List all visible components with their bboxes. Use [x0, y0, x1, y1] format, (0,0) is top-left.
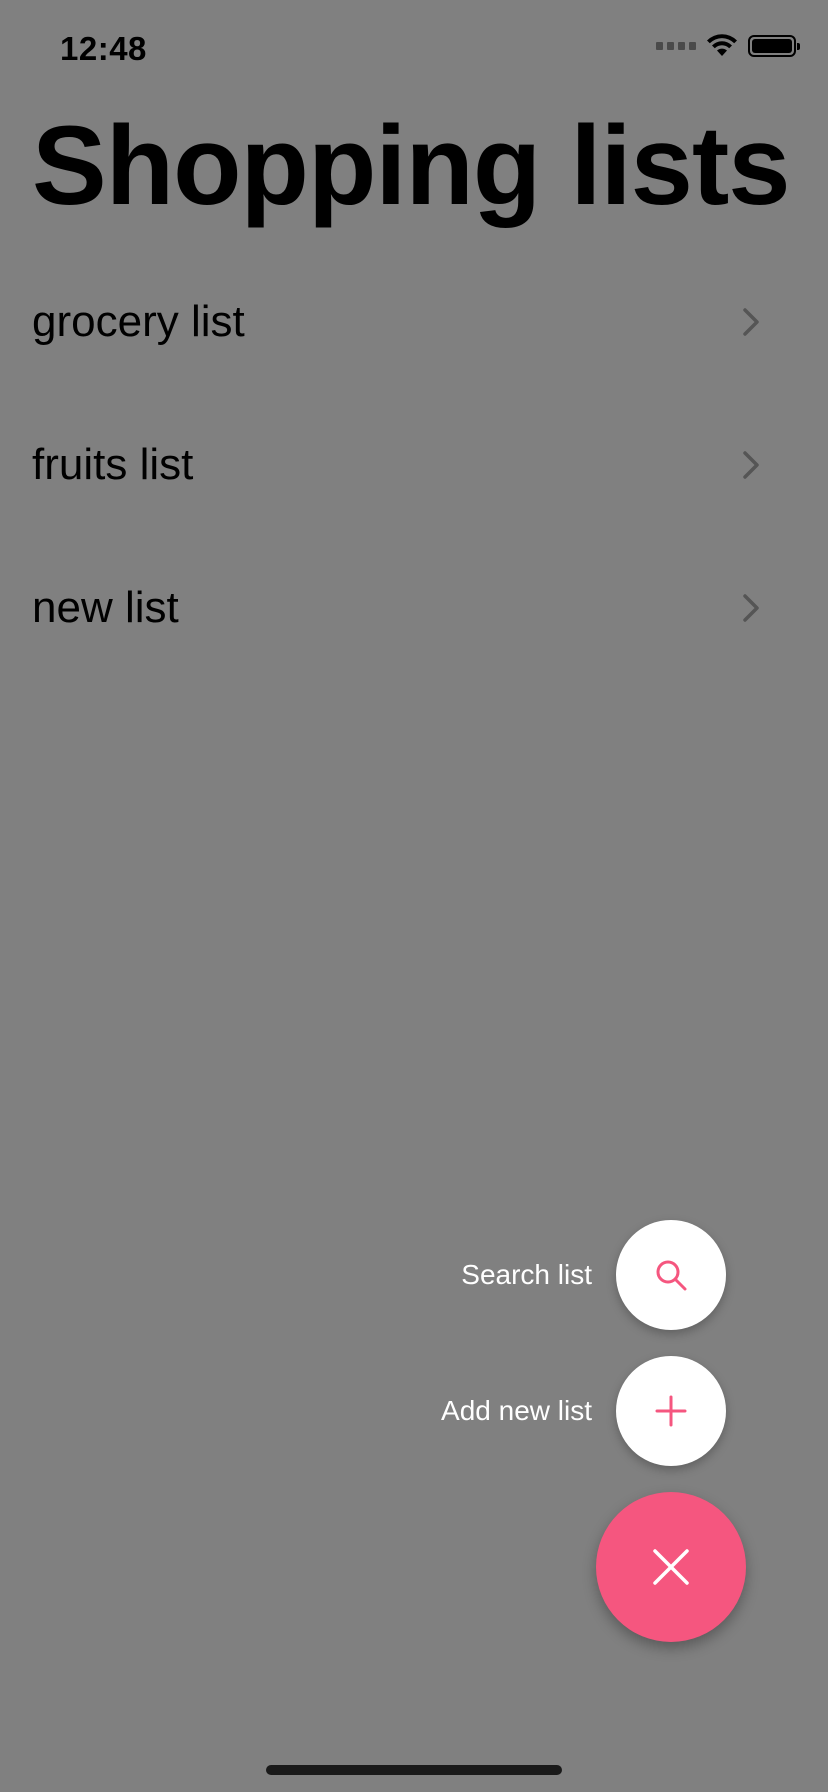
search-icon [656, 1260, 687, 1291]
home-indicator[interactable] [266, 1765, 562, 1775]
wifi-icon [707, 34, 737, 56]
list-item-label: grocery list [32, 296, 245, 346]
add-new-list-action: Add new list [441, 1356, 726, 1466]
list-item-new[interactable]: new list [0, 536, 828, 679]
search-list-button[interactable] [616, 1220, 726, 1330]
close-icon [653, 1549, 689, 1585]
status-bar: 12:48 [0, 0, 828, 100]
page-title: Shopping lists [32, 103, 791, 228]
battery-icon [748, 35, 800, 57]
add-new-list-label[interactable]: Add new list [441, 1395, 592, 1427]
cellular-signal-icon [656, 42, 696, 50]
chevron-right-icon [743, 450, 759, 479]
close-menu-button[interactable] [596, 1492, 746, 1642]
chevron-right-icon [743, 307, 759, 336]
list-item-grocery[interactable]: grocery list [0, 250, 828, 393]
search-list-label[interactable]: Search list [461, 1259, 592, 1291]
status-time: 12:48 [60, 30, 147, 67]
list-item-label: fruits list [32, 439, 194, 489]
plus-icon [655, 1395, 687, 1427]
list-item-fruits[interactable]: fruits list [0, 393, 828, 536]
chevron-right-icon [743, 593, 759, 622]
status-icons [656, 34, 800, 58]
add-new-list-button[interactable] [616, 1356, 726, 1466]
shopping-lists: grocery list fruits list new list [0, 250, 828, 679]
list-item-label: new list [32, 582, 179, 632]
search-list-action: Search list [461, 1220, 726, 1330]
